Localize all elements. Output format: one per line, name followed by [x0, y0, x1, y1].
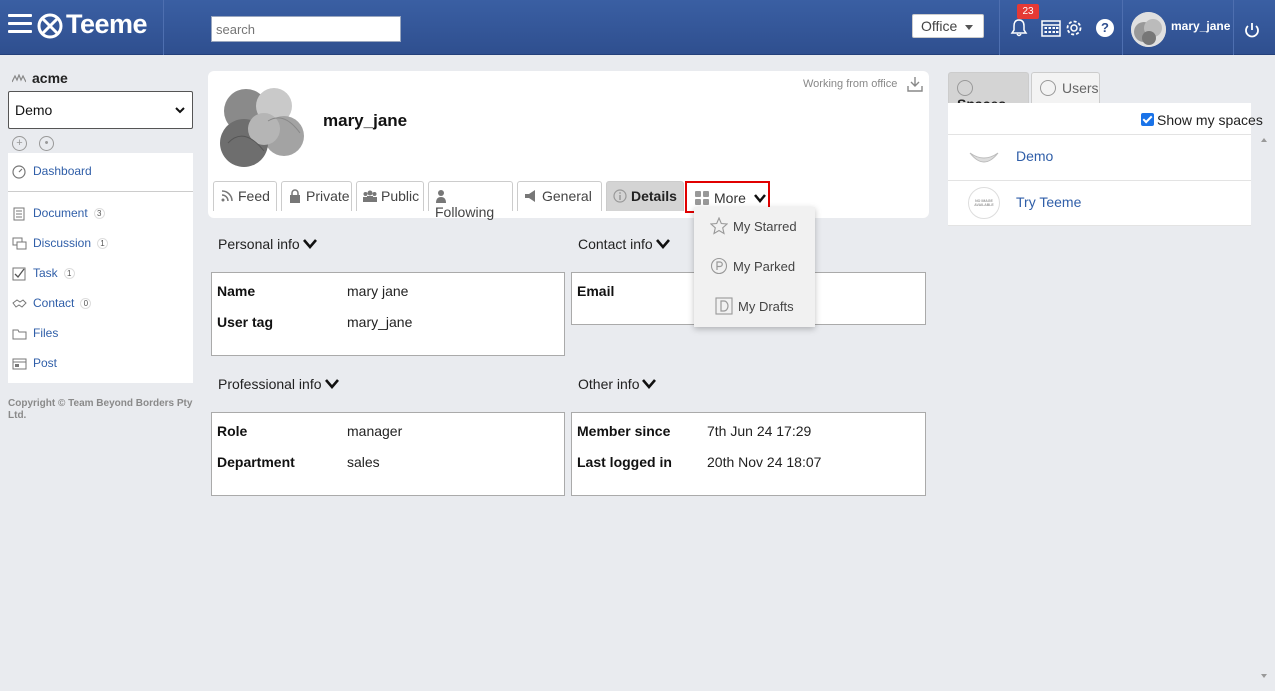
divider — [8, 191, 193, 192]
rss-icon — [221, 190, 233, 202]
menu-item-my-drafts[interactable]: My Drafts — [715, 297, 794, 315]
drafts-icon — [715, 297, 733, 315]
post-icon — [12, 358, 27, 370]
chevron-down-icon — [642, 379, 657, 389]
space-item-demo[interactable]: Demo — [948, 135, 1251, 179]
sidebar-item-post[interactable]: Post — [12, 356, 57, 376]
search-input[interactable] — [211, 16, 401, 42]
sidebar-item-document[interactable]: Document 3 — [12, 206, 105, 226]
chevron-down-icon — [175, 107, 185, 114]
app-logo-text[interactable]: Teeme — [66, 9, 148, 40]
show-my-spaces-checkbox[interactable]: Show my spaces — [1141, 112, 1263, 128]
download-icon[interactable] — [907, 76, 923, 92]
task-icon — [12, 267, 26, 281]
profile-name: mary_jane — [323, 111, 408, 130]
lock-icon — [290, 189, 300, 203]
space-select-value: Demo — [15, 102, 53, 118]
folder-icon — [12, 329, 27, 340]
count-badge: 3 — [93, 208, 105, 220]
location-dropdown[interactable]: Office — [912, 14, 984, 38]
sidebar-item-files[interactable]: Files — [12, 326, 58, 346]
notification-badge: 23 — [1017, 4, 1039, 19]
handshake-icon — [12, 299, 27, 308]
chevron-down-icon — [655, 239, 670, 249]
hamburger-menu-icon[interactable] — [8, 14, 32, 38]
parked-icon — [710, 257, 728, 275]
section-personal-info[interactable]: Personal info — [218, 236, 317, 252]
tab-following[interactable]: Following — [428, 181, 513, 220]
scrollbar[interactable] — [1259, 134, 1269, 682]
work-status: Working from office — [803, 78, 898, 90]
tab-feed[interactable]: Feed — [213, 181, 277, 211]
profile-photo[interactable] — [214, 81, 308, 171]
sidebar-item-contact[interactable]: Contact 0 — [12, 296, 92, 316]
document-icon — [13, 207, 25, 221]
location-label: Office — [921, 18, 958, 34]
divider — [1233, 0, 1234, 55]
menu-item-my-starred[interactable]: My Starred — [710, 217, 797, 235]
megaphone-icon — [525, 190, 535, 202]
chevron-down-icon — [324, 379, 339, 389]
section-professional-info[interactable]: Professional info — [218, 376, 339, 392]
count-badge: 1 — [97, 238, 109, 250]
count-badge: 1 — [63, 268, 75, 280]
power-icon[interactable] — [1243, 21, 1261, 39]
help-icon[interactable]: ? — [1096, 19, 1114, 37]
space-actions: + • — [12, 134, 66, 151]
divider — [948, 225, 1251, 226]
user-follow-icon — [436, 190, 446, 203]
yarn-ball-icon — [1131, 12, 1166, 47]
checkbox-checked-icon — [1141, 113, 1154, 126]
tab-users[interactable]: Users — [1031, 72, 1100, 103]
dashboard-icon — [12, 165, 26, 179]
menu-item-my-parked[interactable]: My Parked — [710, 257, 795, 275]
chevron-down-icon — [302, 239, 317, 249]
space-item-try-teeme[interactable]: NO IMAGE AVAILABLE Try Teeme — [948, 181, 1251, 225]
space-select[interactable]: Demo — [8, 91, 193, 129]
user-avatar[interactable] — [1131, 12, 1166, 47]
group-icon — [363, 190, 377, 202]
sidebar-item-discussion[interactable]: Discussion 1 — [12, 236, 109, 256]
copyright-text: Copyright © Team Beyond Borders Pty Ltd. — [8, 398, 193, 421]
view-space-icon[interactable]: • — [39, 136, 54, 151]
tab-general[interactable]: General — [517, 181, 602, 211]
calendar-icon[interactable] — [1041, 18, 1061, 38]
section-other-info[interactable]: Other info — [578, 376, 657, 392]
tab-public[interactable]: Public — [356, 181, 424, 211]
tab-private[interactable]: Private — [281, 181, 352, 211]
tab-spaces[interactable]: Spaces — [948, 72, 1029, 112]
count-badge: 0 — [80, 298, 92, 310]
star-icon — [710, 217, 728, 235]
org-icon — [12, 74, 26, 83]
no-image-thumbnail: NO IMAGE AVAILABLE — [968, 187, 1000, 219]
tab-details[interactable]: Details — [606, 181, 684, 211]
sidebar-item-dashboard[interactable]: Dashboard — [12, 164, 92, 184]
grid-icon — [695, 191, 709, 205]
spaces-icon — [957, 80, 973, 96]
org-name: acme — [12, 70, 68, 86]
more-dropdown-menu: My Starred My Parked My Drafts — [694, 207, 815, 327]
section-contact-info[interactable]: Contact info — [578, 236, 670, 252]
divider — [1122, 0, 1123, 55]
top-username[interactable]: mary_jane — [1171, 19, 1230, 33]
space-thumbnail — [968, 141, 1000, 173]
teeme-logo-icon — [37, 13, 63, 39]
top-bar: Teeme Office 23 ? mary_jane — [0, 0, 1275, 55]
divider — [163, 0, 164, 55]
user-icon — [1040, 80, 1056, 96]
caret-down-icon — [965, 25, 973, 30]
add-space-icon[interactable]: + — [12, 136, 27, 151]
sidebar-item-task[interactable]: Task 1 — [12, 266, 75, 286]
discussion-icon — [12, 237, 27, 250]
chevron-down-icon — [753, 194, 766, 203]
divider — [999, 0, 1000, 55]
info-icon — [613, 189, 627, 203]
bell-icon[interactable] — [1009, 18, 1029, 38]
gear-icon[interactable] — [1064, 18, 1084, 38]
